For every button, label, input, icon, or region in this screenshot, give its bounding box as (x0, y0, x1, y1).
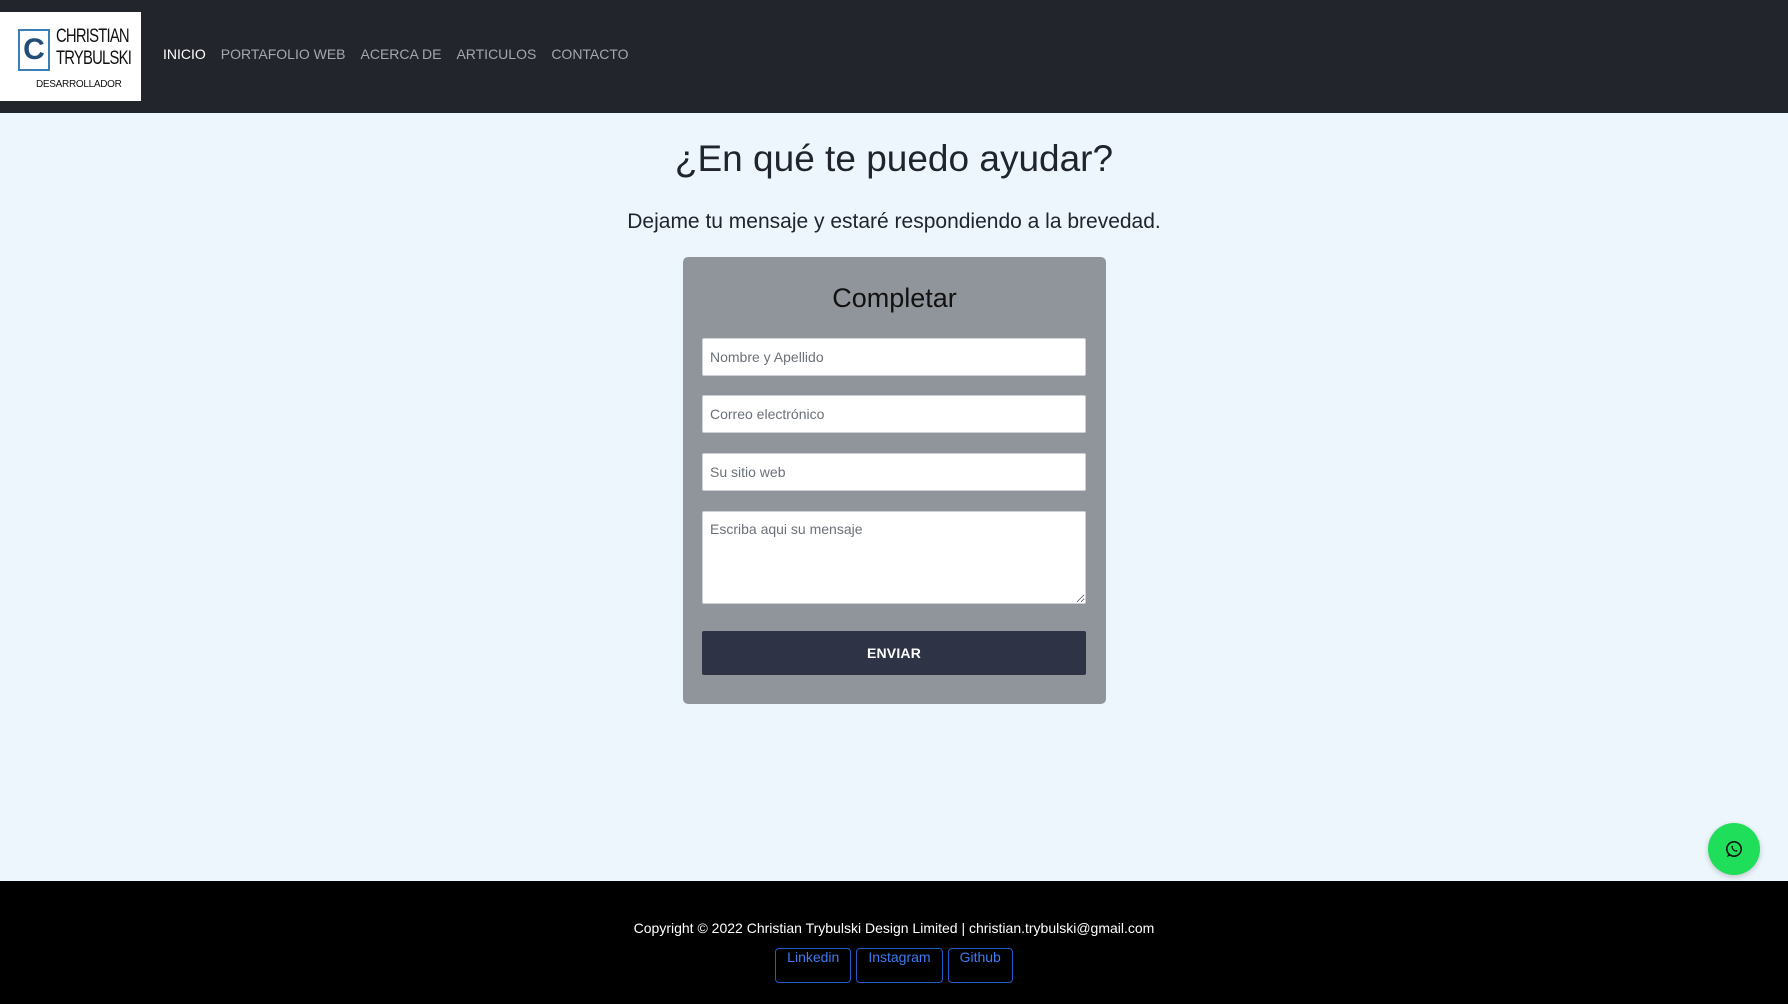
instagram-link[interactable]: Instagram (856, 948, 943, 983)
site-footer: Copyright © 2022 Christian Trybulski Des… (0, 881, 1788, 1004)
nav-link-contacto[interactable]: CONTACTO (551, 46, 628, 62)
top-navbar: C CHRISTIAN TRYBULSKI DESARROLLADOR INIC… (0, 0, 1788, 113)
whatsapp-icon (1726, 841, 1742, 857)
website-input[interactable] (702, 453, 1086, 491)
logo-role: DESARROLLADOR (36, 79, 122, 90)
nav-link-acerca-de[interactable]: ACERCA DE (361, 46, 442, 62)
logo-initial: C (18, 29, 50, 71)
contact-form: Completar ENVIAR (683, 257, 1106, 704)
logo-name-line2: TRYBULSKI (56, 48, 132, 69)
logo-name: CHRISTIAN TRYBULSKI (56, 26, 132, 70)
linkedin-link[interactable]: Linkedin (775, 948, 852, 983)
nav-link-inicio[interactable]: INICIO (163, 46, 206, 62)
form-title: Completar (832, 283, 957, 313)
footer-social-links: Linkedin Instagram Github (0, 948, 1788, 983)
page-subtitle: Dejame tu mensaje y estaré respondiendo … (627, 210, 1161, 233)
nav-link-articulos[interactable]: ARTICULOS (456, 46, 536, 62)
email-input[interactable] (702, 395, 1086, 433)
github-link[interactable]: Github (947, 948, 1013, 983)
name-input[interactable] (702, 338, 1086, 376)
footer-copyright: Copyright © 2022 Christian Trybulski Des… (633, 920, 1155, 936)
logo-name-line1: CHRISTIAN (56, 26, 130, 47)
page-title: ¿En qué te puedo ayudar? (674, 138, 1114, 179)
brand-logo[interactable]: C CHRISTIAN TRYBULSKI DESARROLLADOR (0, 12, 141, 101)
submit-button[interactable]: ENVIAR (702, 631, 1086, 675)
message-textarea[interactable] (702, 511, 1086, 604)
whatsapp-button[interactable] (1708, 823, 1760, 875)
nav-link-portafolio-web[interactable]: PORTAFOLIO WEB (221, 46, 346, 62)
main-navigation: INICIO PORTAFOLIO WEB ACERCA DE ARTICULO… (163, 46, 629, 62)
